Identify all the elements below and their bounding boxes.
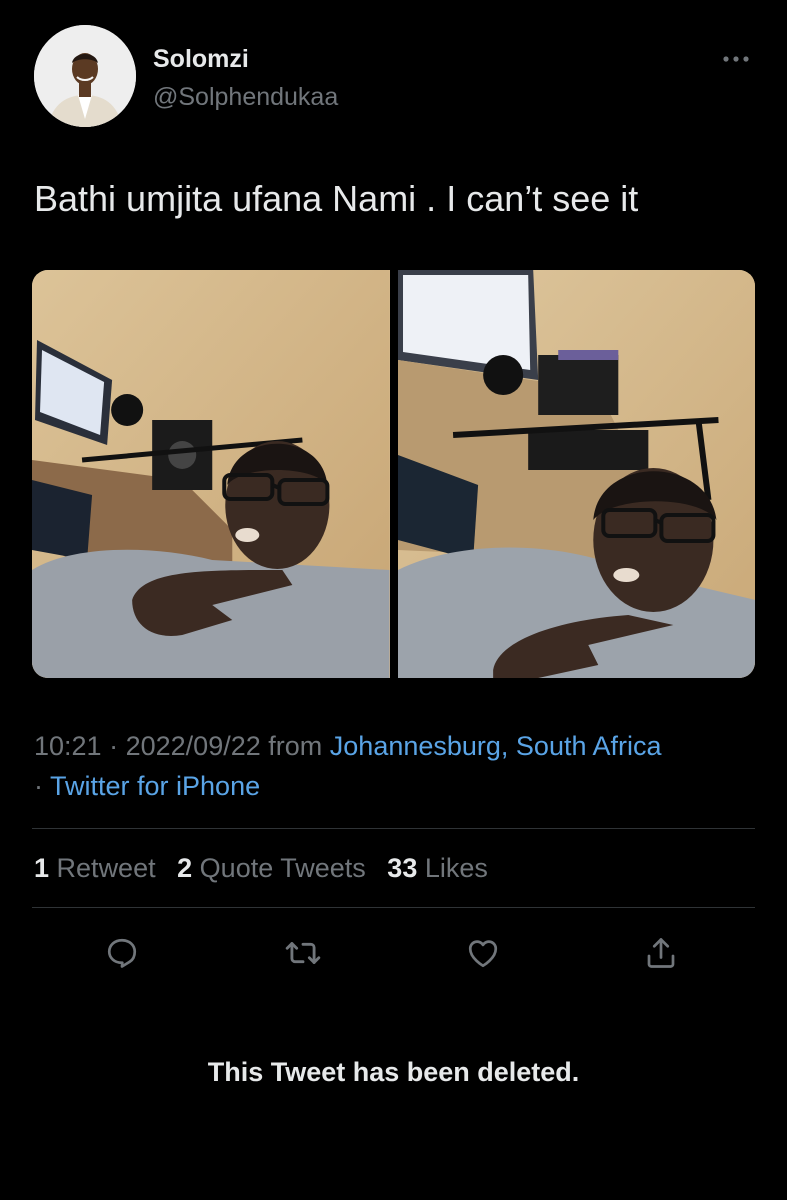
tweet-media (32, 270, 755, 678)
likes-count: 33 (387, 853, 418, 883)
quote-tweets-stat[interactable]: 2 Quote Tweets (177, 853, 366, 883)
tweet-text: Bathi umjita ufana Nami . I can’t see it (34, 178, 639, 219)
quote-tweets-label: Quote Tweets (199, 853, 366, 883)
retweets-label: Retweet (56, 853, 156, 883)
quote-tweets-count: 2 (177, 853, 193, 883)
tweet-stats: 1 Retweet 2 Quote Tweets 33 Likes (34, 848, 502, 888)
tweet-time: 10:21 (34, 731, 102, 761)
author-display-name[interactable]: Solomzi (153, 44, 249, 74)
meta-separator: · (109, 731, 119, 761)
like-button[interactable] (460, 930, 506, 976)
more-options-button[interactable] (716, 45, 756, 73)
tweet-photo-1[interactable] (32, 270, 390, 678)
tweet-location-link[interactable]: Johannesburg, South Africa (330, 731, 662, 761)
author-handle[interactable]: @Solphendukaa (153, 82, 338, 112)
tweet-meta: 10:21 · 2022/09/22 from Johannesburg, So… (34, 726, 764, 806)
share-icon (647, 938, 675, 968)
avatar[interactable] (34, 25, 136, 127)
likes-stat[interactable]: 33 Likes (387, 853, 488, 883)
avatar-image (34, 25, 136, 127)
retweet-icon (285, 942, 321, 964)
photo-selfie-1 (32, 270, 390, 678)
reply-button[interactable] (99, 930, 145, 976)
likes-label: Likes (424, 853, 488, 883)
divider-bottom (32, 907, 755, 908)
meta-separator-2: · (34, 771, 43, 801)
like-icon (468, 940, 498, 968)
retweets-count: 1 (34, 853, 50, 883)
deleted-tweet-notice: This Tweet has been deleted. (207, 1057, 580, 1087)
tweet-action-bar (0, 930, 787, 978)
tweet-photo-2[interactable] (397, 270, 755, 678)
reply-icon (107, 938, 137, 968)
tweet-source-link[interactable]: Twitter for iPhone (50, 771, 260, 801)
photo-selfie-2 (397, 270, 755, 678)
share-button[interactable] (638, 930, 684, 976)
tweet-date: 2022/09/22 (125, 731, 261, 761)
more-icon (723, 56, 749, 62)
from-label: from (268, 731, 323, 761)
retweets-stat[interactable]: 1 Retweet (34, 853, 156, 883)
divider-top (32, 828, 755, 829)
retweet-button[interactable] (280, 930, 326, 976)
